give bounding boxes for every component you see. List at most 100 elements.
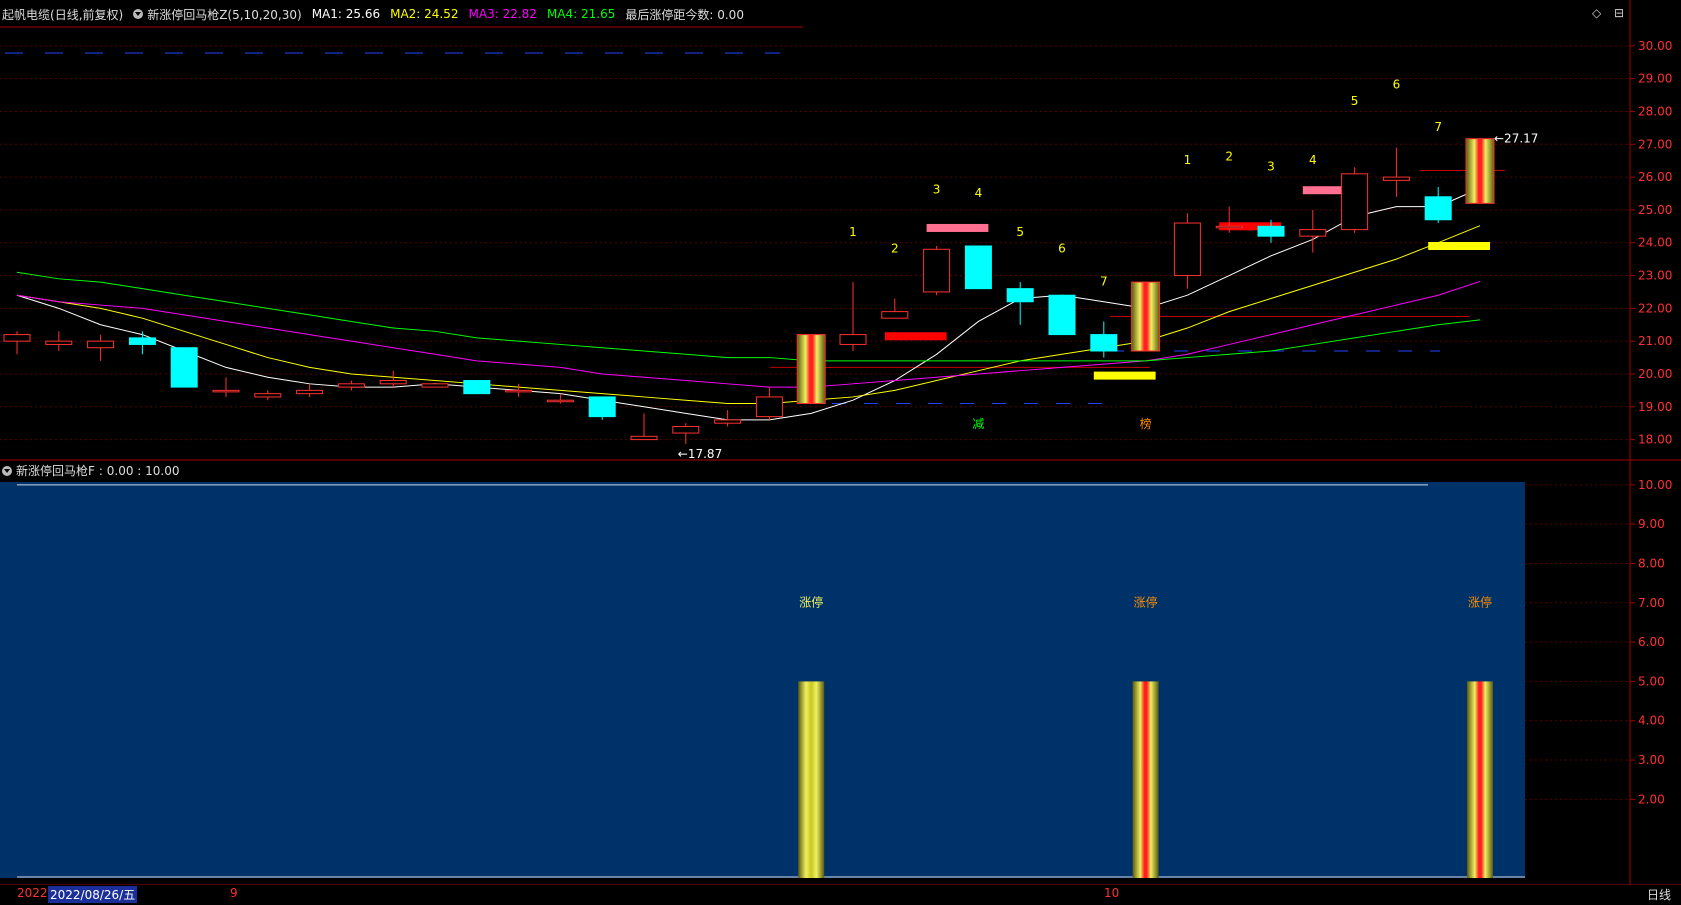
cycle-count-b: 1	[1184, 153, 1192, 167]
sub-pane-background	[0, 482, 1525, 878]
candle	[1048, 294, 1076, 336]
candle	[3, 331, 31, 355]
candle	[923, 246, 951, 296]
signal-bar-red	[884, 332, 947, 341]
candle-body	[170, 347, 198, 388]
collapse-icon[interactable]: ⊟	[1614, 6, 1624, 20]
price-tick-label: 26.00	[1638, 170, 1672, 184]
signal-bar-pink	[926, 223, 989, 232]
limit-up-candle	[1465, 138, 1495, 204]
cycle-count-a: 6	[1058, 242, 1066, 256]
cycle-count-b: 3	[1267, 160, 1275, 174]
candle	[170, 347, 198, 388]
candle	[1131, 281, 1161, 352]
candle-body	[755, 396, 783, 418]
time-axis[interactable]	[0, 885, 1681, 905]
price-tick-label: 20.00	[1638, 367, 1672, 381]
limit-up-column	[1467, 681, 1493, 878]
indicator-name[interactable]: 新涨停回马枪Z(5,10,20,30)	[147, 6, 301, 23]
candle	[1173, 213, 1201, 289]
candle	[45, 331, 73, 351]
candle	[839, 282, 867, 351]
price-tick-label: 30.00	[1638, 39, 1672, 53]
stock-name: 起帆电缆	[2, 7, 51, 22]
period-button[interactable]: 日线	[1647, 886, 1671, 903]
sub-indicator-range: : 0.00 : 10.00	[98, 463, 180, 478]
candle-body	[212, 389, 240, 393]
candle-body	[839, 334, 867, 345]
candle-body	[254, 393, 282, 398]
cycle-count-a: 1	[849, 225, 857, 239]
limit-up-column	[1132, 681, 1159, 878]
candle	[254, 390, 282, 401]
price-tick-label: 27.00	[1638, 137, 1672, 151]
month-10-label: 10	[1104, 886, 1120, 900]
dropdown-icon[interactable]	[133, 9, 144, 19]
candle	[337, 380, 365, 391]
sub-tick-label: 3.00	[1638, 753, 1665, 767]
cursor-date: 2022/08/26/五	[48, 886, 138, 903]
candle-body	[546, 399, 574, 403]
sub-indicator-label[interactable]: 新涨停回马枪F	[16, 462, 95, 479]
candle	[964, 245, 992, 290]
year-label: 2022	[17, 886, 48, 900]
candle-body	[630, 435, 658, 441]
diamond-icon[interactable]: ◇	[1592, 6, 1601, 20]
signal-bar-yellow	[1093, 371, 1156, 380]
sub-tick-label: 6.00	[1638, 635, 1665, 649]
candle	[630, 413, 658, 441]
ma3-label: MA3: 22.82	[468, 7, 537, 21]
sub-dropdown-icon[interactable]	[2, 465, 12, 476]
last-limit-label: 最后涨停距今数: 0.00	[625, 7, 744, 22]
candle-body	[1299, 229, 1327, 237]
chart-title-bar: 起帆电缆 (日线,前复权) 新涨停回马枪Z(5,10,20,30) MA1: 25…	[2, 4, 744, 24]
limit-up-candle	[1131, 281, 1161, 352]
price-tick-label: 24.00	[1638, 236, 1672, 250]
candle	[796, 334, 826, 404]
sub-tick-label: 2.00	[1638, 792, 1665, 806]
ma-line-2	[16, 225, 1481, 404]
candle-body	[1382, 176, 1410, 181]
sub-indicator-title: 新涨停回马枪F : 0.00 : 10.00	[2, 462, 180, 479]
candle-body	[672, 425, 700, 434]
candle	[128, 331, 156, 355]
month-9-label: 9	[230, 886, 238, 900]
cycle-count-b: 6	[1393, 78, 1401, 92]
candle-body	[964, 245, 992, 290]
sub-tick-label: 7.00	[1638, 596, 1665, 610]
candle-body	[45, 340, 73, 345]
price-tick-label: 28.00	[1638, 104, 1672, 118]
candle-body	[337, 383, 365, 388]
sub-tick-label: 8.00	[1638, 556, 1665, 570]
candle-body	[1424, 196, 1452, 221]
candle-body	[87, 340, 115, 349]
chart-canvas[interactable]: 30.0029.0028.0027.0026.0025.0024.0023.00…	[0, 0, 1681, 905]
candle	[87, 334, 115, 361]
candle-body	[1257, 225, 1285, 237]
candle	[1465, 138, 1495, 204]
period-info: (日线,前复权)	[50, 7, 124, 22]
candle	[463, 380, 491, 395]
sub-tick-label: 4.00	[1638, 714, 1665, 728]
sub-tick-label: 10.00	[1638, 478, 1672, 492]
price-tick-label: 21.00	[1638, 334, 1672, 348]
cycle-count-b: 4	[1309, 153, 1317, 167]
candle-body	[588, 396, 616, 418]
signal-marker-1: 减	[972, 417, 984, 431]
limit-up-candle	[796, 334, 826, 404]
candle-body	[714, 419, 742, 424]
candle-body	[505, 389, 533, 393]
price-tick-label: 22.00	[1638, 301, 1672, 315]
candle-body	[379, 380, 407, 385]
candle	[421, 383, 449, 388]
candle	[1299, 209, 1327, 253]
price-tick-label: 19.00	[1638, 400, 1672, 414]
ma1-label: MA1: 25.66	[311, 7, 381, 21]
ma-line-3	[16, 280, 1481, 388]
candle-body	[1006, 288, 1034, 303]
candle	[1341, 167, 1369, 233]
candle	[588, 396, 616, 420]
candle-body	[1215, 225, 1243, 229]
candle	[755, 387, 783, 420]
price-tick-label: 18.00	[1638, 433, 1672, 447]
